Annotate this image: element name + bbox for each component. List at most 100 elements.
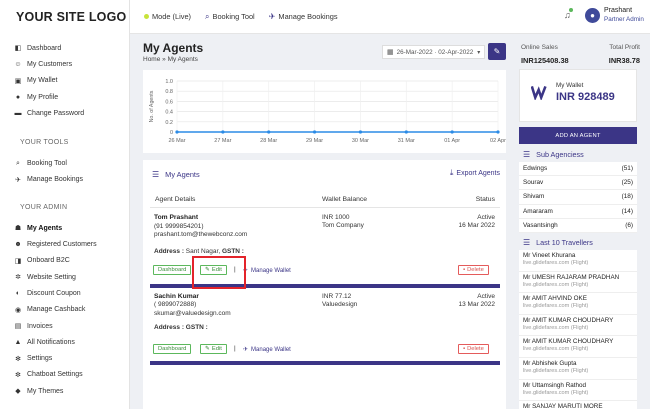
dashboard-button[interactable]: Dashboard <box>153 265 192 275</box>
traveller-name: Mr Uttamsingh Rathod <box>523 381 586 389</box>
agents-chart-card: 1.0 0.8 0.6 0.4 0.2 0 26 Mar 27 Mar 28 Mar 29 Mar… <box>143 70 506 153</box>
sidebar-item-discount-coupon[interactable]: ◐ Discount Coupon <box>0 285 129 301</box>
live-dot-icon <box>144 14 149 19</box>
plane-icon: ✈ <box>15 176 21 184</box>
sidebar-item-my-profile[interactable]: ● My Profile <box>0 89 129 105</box>
sidebar-item-manage-cashback[interactable]: ◉ Manage Cashback <box>0 302 129 318</box>
wallet-box[interactable]: My Wallet INR 928489 <box>519 69 637 122</box>
y-tick-label: 0 <box>170 130 173 136</box>
list-item[interactable]: Sourav (25) <box>519 176 637 191</box>
list-item[interactable]: Vasantsingh (6) <box>519 219 637 233</box>
sub-agency-name: Sourav <box>523 179 544 187</box>
topbar-manage-bookings[interactable]: ✈ Manage Bookings <box>269 12 338 21</box>
col-agent-details: Agent Details <box>155 196 196 203</box>
agent-phone: ( 9899072888) <box>154 301 197 308</box>
trash-icon: ▪ <box>463 346 466 352</box>
list-icon: ☰ <box>152 169 160 179</box>
export-agents-link[interactable]: ⤓ Export Agents <box>450 168 500 178</box>
list-item[interactable]: Mr AMIT AHVIND OKE live.glidefares.com (F… <box>519 293 637 315</box>
manage-wallet-button[interactable]: ✈ Manage Wallet <box>243 346 291 354</box>
list-item[interactable]: Mr AMIT KUMAR CHOUDHARY live.glidefares.c… <box>519 315 637 337</box>
sub-agency-name: Edwings <box>523 165 548 173</box>
sidebar-item-change-password[interactable]: ▬ Change Password <box>0 105 129 121</box>
edit-pencil-button[interactable]: ✎ <box>488 43 506 60</box>
sub-agency-name: Amararam <box>523 207 553 215</box>
sidebar-item-onboard-b2c[interactable]: ◨ Onboard B2C <box>0 253 129 269</box>
date-range-picker[interactable]: ▦ 26-Mar-2022 · 02-Apr-2022 ▾ <box>382 45 485 59</box>
total-profit-label: Total Profit <box>609 44 640 51</box>
sidebar-item-invoices[interactable]: ▤ Invoices <box>0 318 129 334</box>
customers-icon: ☺ <box>14 60 22 68</box>
list-item[interactable]: Mr AMIT KUMAR CHOUDHARY live.glidefares.c… <box>519 336 637 358</box>
plane-icon: ✈ <box>243 347 249 353</box>
traveller-source: live.glidefares.com (Flight) <box>523 303 589 310</box>
agent-company: Tom Company <box>322 222 364 229</box>
notification-bell-icon[interactable]: ♫ <box>564 8 573 20</box>
table-row: Sachin Kumar ( 9899072888) skumar@valued… <box>150 290 500 358</box>
sidebar-item-booking-tool[interactable]: ⌕ Booking Tool <box>0 155 129 171</box>
data-point <box>358 130 363 134</box>
list-item[interactable]: Mr UMESH RAJARAM PRADHAN live.glidefares.… <box>519 272 637 294</box>
dashboard-button[interactable]: Dashboard <box>153 344 192 354</box>
sidebar-item-chatboat-settings[interactable]: ✼ Chatboat Settings <box>0 367 129 383</box>
sidebar-item-settings[interactable]: ✻ Settings <box>0 350 129 366</box>
mode-live-toggle[interactable]: Mode (Live) <box>144 12 191 21</box>
list-item[interactable]: Mr Abhishek Gupta live.glidefares.com (Fl… <box>519 358 637 380</box>
x-tick-label: 31 Mar <box>398 138 415 144</box>
wallet-value: INR 928489 <box>556 91 615 103</box>
add-agent-button[interactable]: ADD AN AGENT <box>519 127 637 144</box>
data-point <box>450 130 454 134</box>
traveller-name: Mr AMIT KUMAR CHOUDHARY <box>523 316 614 324</box>
delete-button[interactable]: ▪ Delete <box>458 265 489 275</box>
avatar[interactable]: ● <box>585 8 600 23</box>
sidebar-item-my-customers[interactable]: ☺ My Customers <box>0 56 129 72</box>
sidebar-item-all-notifications[interactable]: ▲ All Notifications <box>0 334 129 350</box>
theme-icon: ◆ <box>15 388 21 396</box>
y-tick-label: 0.8 <box>165 89 173 95</box>
data-point <box>175 130 179 134</box>
sidebar-item-registered-customers[interactable]: ☻ Registered Customers <box>0 236 129 252</box>
edit-button[interactable]: ✎ Edit <box>200 344 227 354</box>
traveller-source: live.glidefares.com (Flight) <box>523 281 589 288</box>
page-title: My Agents <box>143 41 204 55</box>
sidebar-item-dashboard[interactable]: ◧ Dashboard <box>0 40 129 56</box>
section-title-admin: YOUR ADMIN <box>20 204 68 212</box>
agent-date: 16 Mar 2022 <box>458 222 496 229</box>
delete-button[interactable]: ▪ Delete <box>458 344 489 354</box>
users-icon: ☗ <box>14 225 22 233</box>
online-sales-value: INR125408.38 <box>521 56 569 65</box>
sub-agency-count: (51) <box>621 165 633 173</box>
sidebar-item-manage-bookings[interactable]: ✈ Manage Bookings <box>0 172 129 188</box>
traveller-name: Mr Abhishek Gupta <box>523 359 577 367</box>
list-item[interactable]: Mr Vineet Khurana live.glidefares.com (Fl… <box>519 250 637 272</box>
list-item[interactable]: Mr Uttamsingh Rathod live.glidefares.com … <box>519 380 637 402</box>
sidebar-item-my-agents[interactable]: ☗ My Agents <box>0 220 129 236</box>
manage-wallet-button[interactable]: ✈ Manage Wallet <box>243 267 291 275</box>
site-logo[interactable]: YOUR SITE LOGO <box>0 0 129 34</box>
sidebar-item-website-setting[interactable]: ✲ Website Setting <box>0 269 129 285</box>
agent-date: 13 Mar 2022 <box>458 301 496 308</box>
sidebar-item-my-themes[interactable]: ◆ My Themes <box>0 383 129 399</box>
data-point <box>404 130 408 134</box>
list-item[interactable]: Shivam (18) <box>519 190 637 205</box>
section-title-tools: YOUR TOOLS <box>20 139 69 147</box>
status-badge: Active <box>477 214 495 221</box>
list-icon: ☰ <box>523 150 531 159</box>
sidebar-item-my-wallet[interactable]: ▣ My Wallet <box>0 73 129 89</box>
y-tick-label: 0.6 <box>165 99 173 105</box>
pipe-separator: | <box>234 345 236 352</box>
search-icon: ⌕ <box>16 159 20 167</box>
data-point <box>267 130 271 134</box>
list-item[interactable]: Mr SANJAY MARUTI MORE <box>519 401 637 409</box>
x-tick-label: 29 Mar <box>306 138 323 144</box>
wallet-balance: INR 77.12 <box>322 293 352 300</box>
bell-icon: ▲ <box>14 338 22 346</box>
invoice-icon: ▤ <box>14 323 22 330</box>
online-sales-label: Online Sales <box>521 44 558 51</box>
list-item[interactable]: Edwings (51) <box>519 162 637 177</box>
user-name[interactable]: Prashant <box>604 7 632 14</box>
list-item[interactable]: Amararam (14) <box>519 205 637 219</box>
y-tick-label: 0.2 <box>165 120 173 126</box>
topbar-booking-tool[interactable]: ⌕ Booking Tool <box>205 12 255 22</box>
y-tick-label: 0.4 <box>165 110 173 116</box>
